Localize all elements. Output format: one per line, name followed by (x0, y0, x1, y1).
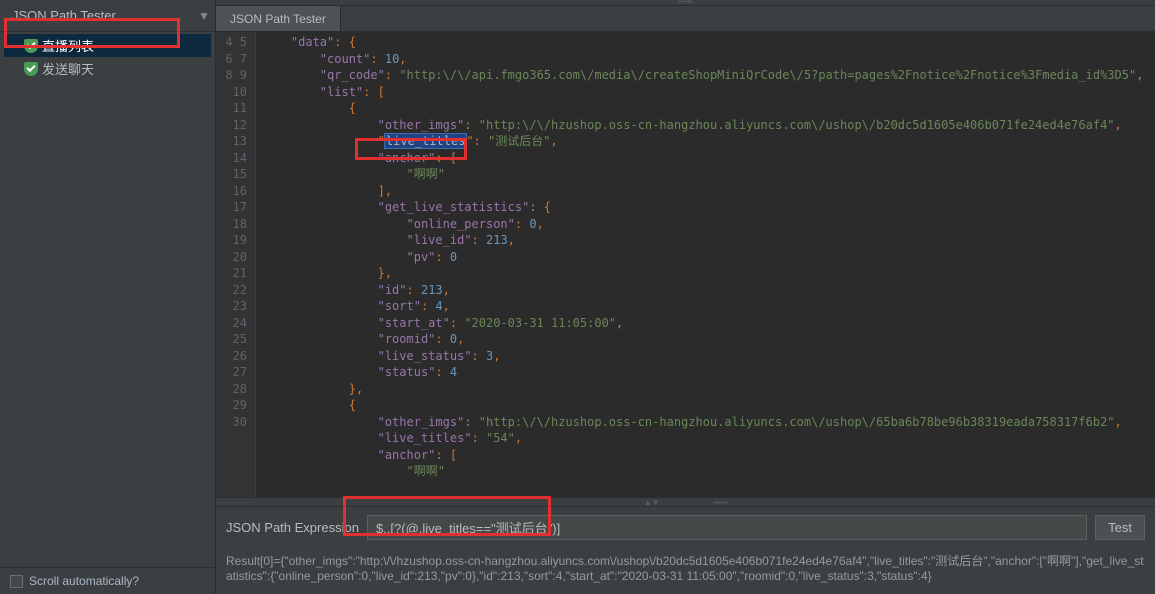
scroll-auto-checkbox[interactable] (10, 575, 23, 588)
right-panel: ▪▪▪▪▪ JSON Path Tester 4 5 6 7 8 9 10 11… (216, 0, 1155, 594)
line-gutter: 4 5 6 7 8 9 10 11 12 13 14 15 16 17 18 1… (216, 32, 256, 497)
dropdown-icon[interactable]: ▼ (195, 2, 213, 30)
expression-input[interactable] (367, 515, 1087, 540)
scroll-auto-row: Scroll automatically? (0, 567, 215, 594)
tab-json-path-tester[interactable]: JSON Path Tester (216, 6, 341, 31)
expression-label: JSON Path Expression (226, 520, 359, 535)
tree-item-send-chat[interactable]: 发送聊天 (4, 57, 211, 80)
scroll-auto-label: Scroll automatically? (29, 574, 139, 588)
tree-item-live-list[interactable]: 直播列表 (4, 34, 211, 57)
test-button[interactable]: Test (1095, 515, 1145, 540)
expression-row: JSON Path Expression Test (216, 507, 1155, 548)
left-tab-bar: JSON Path Tester ▼ (0, 0, 215, 32)
drag-handle-mid[interactable]: ▲▼ ▪▪▪▪▪ (216, 497, 1155, 507)
left-tab-json-path[interactable]: JSON Path Tester (0, 2, 128, 30)
tree-item-label: 直播列表 (42, 36, 94, 55)
code-content[interactable]: "data": { "count": 10, "qr_code": "http:… (256, 32, 1155, 497)
tab-bar: JSON Path Tester (216, 6, 1155, 32)
left-panel: JSON Path Tester ▼ 直播列表 发送聊天 Scroll auto… (0, 0, 216, 594)
shield-icon (24, 39, 38, 53)
shield-icon (24, 62, 38, 76)
code-editor[interactable]: 4 5 6 7 8 9 10 11 12 13 14 15 16 17 18 1… (216, 32, 1155, 497)
tree-area: 直播列表 发送聊天 (0, 32, 215, 567)
result-output: Result[0]={"other_imgs":"http:\/\/hzusho… (216, 548, 1155, 594)
tree-item-label: 发送聊天 (42, 59, 94, 78)
